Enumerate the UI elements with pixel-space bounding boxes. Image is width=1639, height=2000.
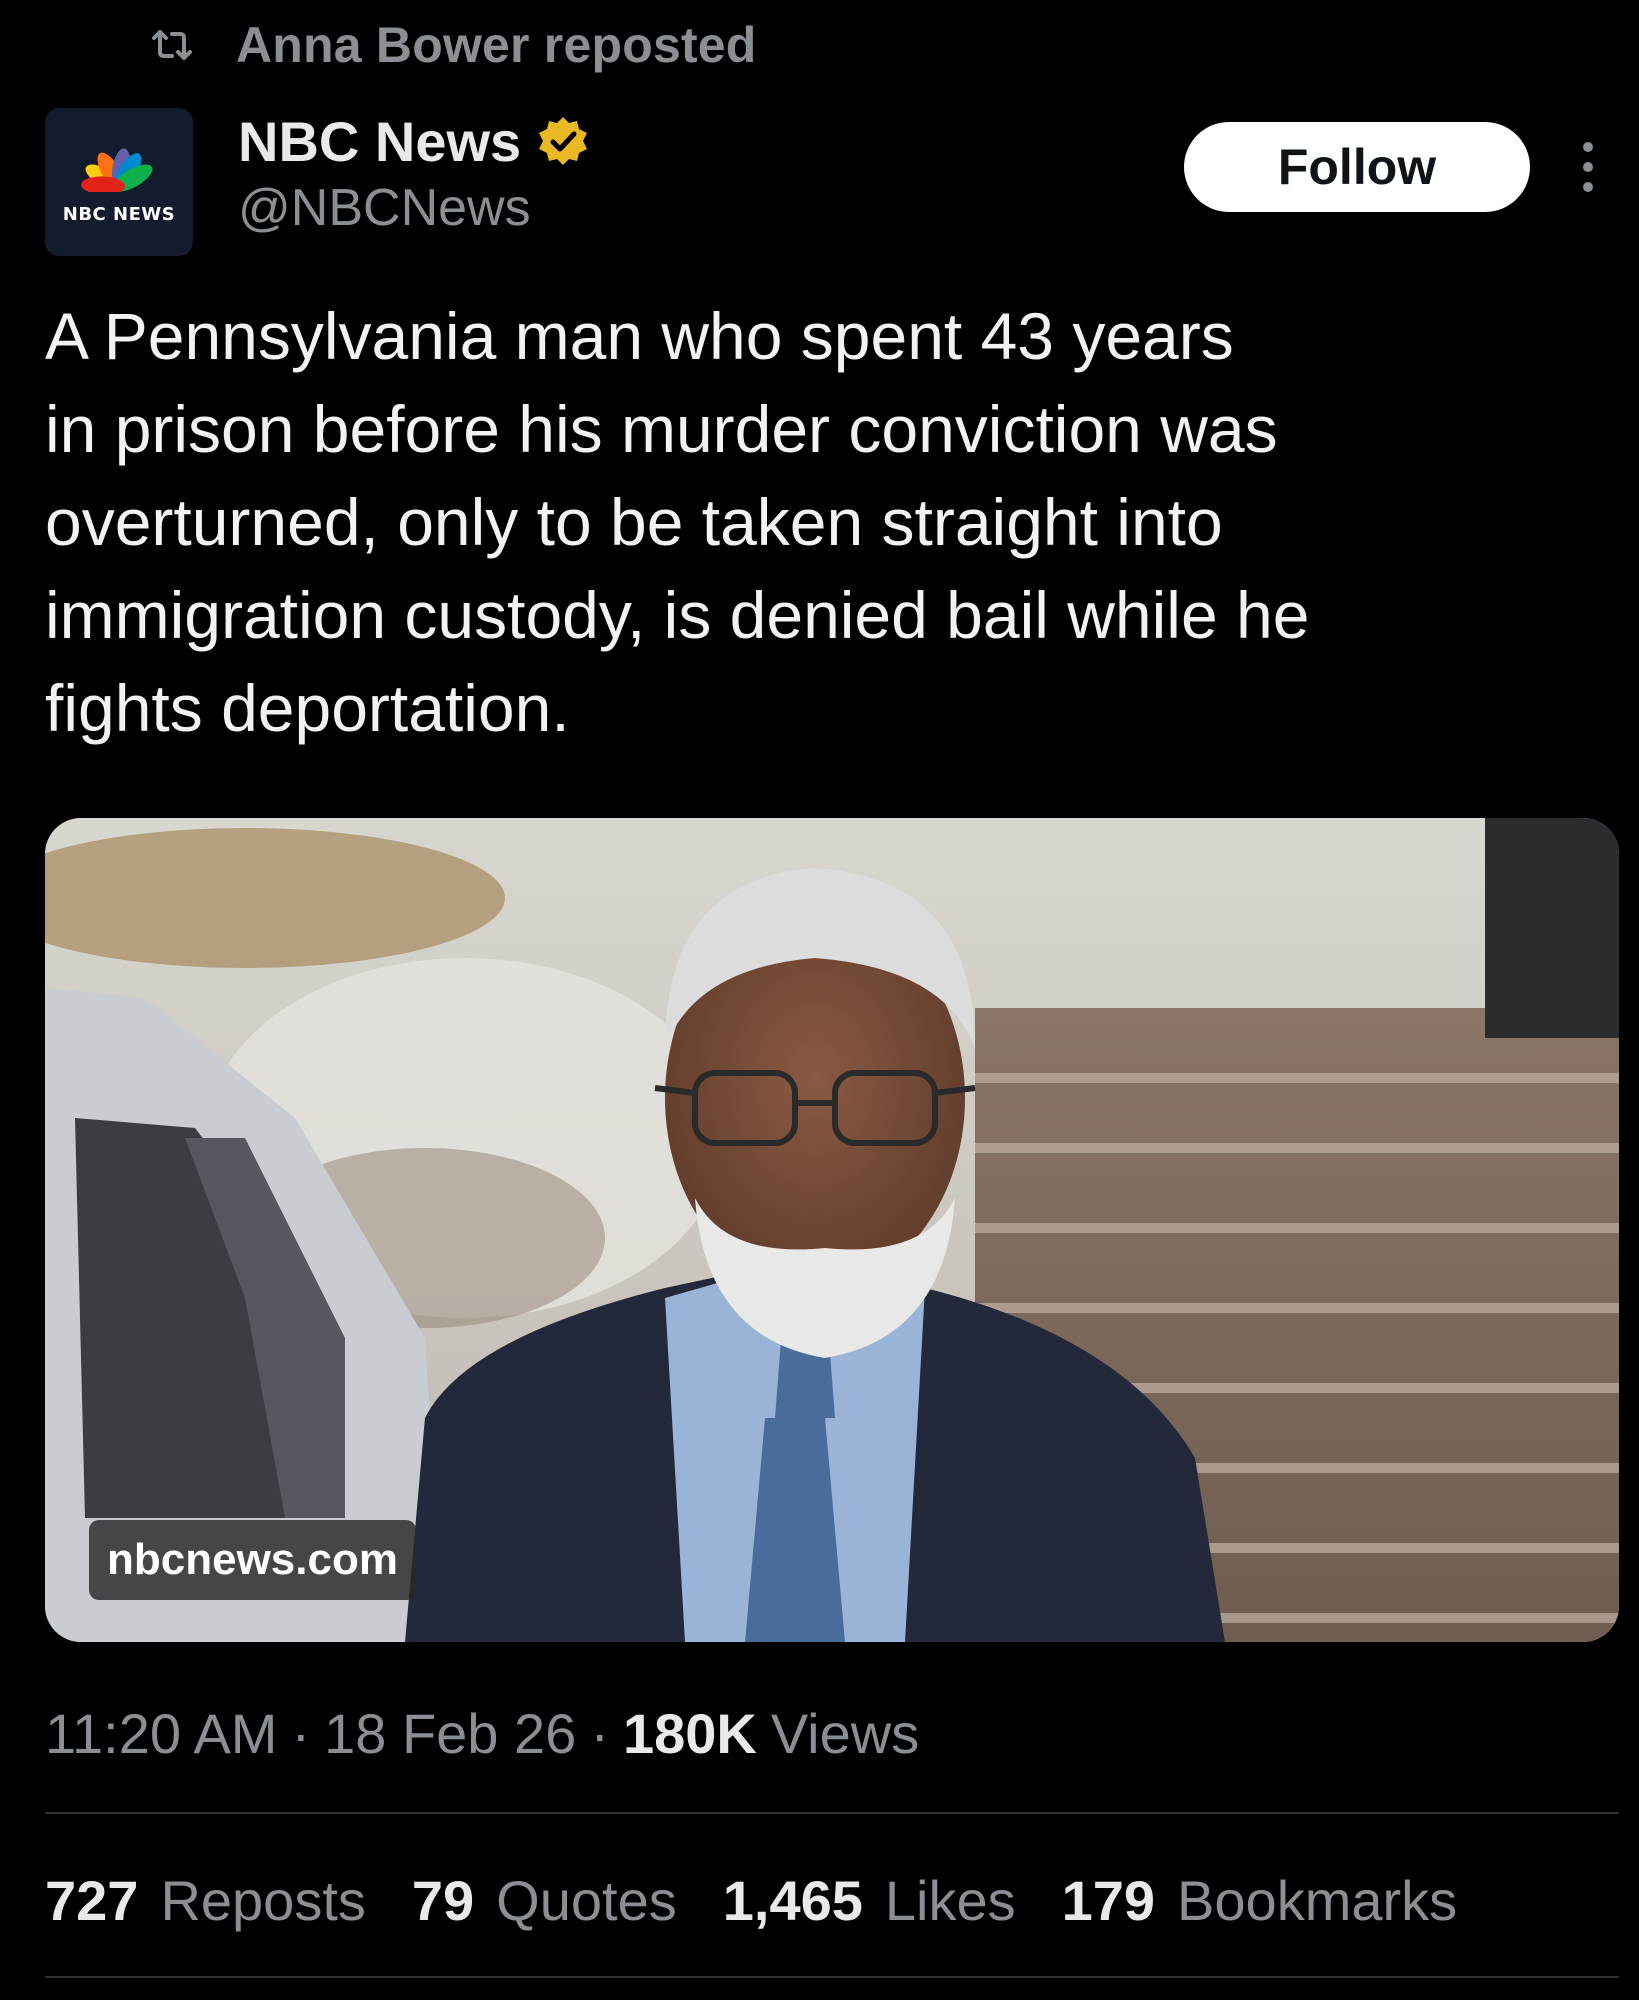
tweet-text-line: fights deportation.	[45, 671, 570, 745]
views-count[interactable]: 180K	[623, 1701, 757, 1766]
more-vertical-icon[interactable]	[1570, 140, 1606, 194]
tweet-text-line: overturned, only to be taken straight in…	[45, 485, 1223, 559]
author-avatar[interactable]: NBC NEWS	[45, 108, 193, 256]
verified-badge-icon[interactable]	[537, 115, 589, 167]
author-name-row[interactable]: NBC News	[238, 108, 589, 174]
nbc-peacock-logo-icon	[81, 148, 153, 192]
media-domain-badge[interactable]: nbcnews.com	[89, 1520, 416, 1600]
author-handle[interactable]: @NBCNews	[238, 178, 531, 238]
repost-text[interactable]: Anna Bower reposted	[236, 16, 757, 74]
bookmarks-count: 179	[1061, 1868, 1156, 1932]
divider	[45, 1812, 1619, 1814]
divider	[45, 1976, 1619, 1978]
bookmarks-stat[interactable]: 179 Bookmarks	[1062, 1868, 1458, 1933]
reposts-count: 727	[45, 1868, 139, 1932]
tweet-meta: 11:20 AM · 18 Feb 26 · 180K Views	[45, 1698, 919, 1768]
tweet-text: A Pennsylvania man who spent 43 years in…	[45, 290, 1585, 755]
quotes-label: Quotes	[496, 1868, 677, 1932]
likes-count: 1,465	[722, 1868, 863, 1932]
tweet-text-line: A Pennsylvania man who spent 43 years	[45, 299, 1234, 373]
quotes-count: 79	[411, 1868, 475, 1932]
likes-label: Likes	[884, 1868, 1016, 1932]
reposts-stat[interactable]: 727 Reposts	[45, 1868, 366, 1933]
avatar-brand-text: NBC NEWS	[62, 204, 176, 225]
repost-icon	[150, 28, 194, 62]
reposts-label: Reposts	[160, 1868, 366, 1932]
tweet-time[interactable]: 11:20 AM	[45, 1701, 277, 1766]
views-label[interactable]: Views	[771, 1701, 919, 1766]
tweet-text-line: immigration custody, is denied bail whil…	[45, 578, 1310, 652]
likes-stat[interactable]: 1,465 Likes	[723, 1868, 1016, 1933]
quotes-stat[interactable]: 79 Quotes	[412, 1868, 677, 1933]
news-photo	[45, 818, 1619, 1642]
repost-header[interactable]: Anna Bower reposted	[150, 14, 757, 76]
bookmarks-label: Bookmarks	[1177, 1868, 1458, 1932]
meta-separator: ·	[590, 1701, 609, 1765]
follow-button[interactable]: Follow	[1184, 122, 1530, 212]
media-card[interactable]: nbcnews.com	[45, 818, 1619, 1642]
author-display-name[interactable]: NBC News	[238, 109, 521, 174]
tweet-date[interactable]: 18 Feb 26	[324, 1701, 576, 1766]
tweet-text-line: in prison before his murder conviction w…	[45, 392, 1278, 466]
meta-separator: ·	[291, 1701, 311, 1765]
engagement-stats: 727 Reposts 79 Quotes 1,465 Likes 179 Bo…	[45, 1864, 1503, 1936]
